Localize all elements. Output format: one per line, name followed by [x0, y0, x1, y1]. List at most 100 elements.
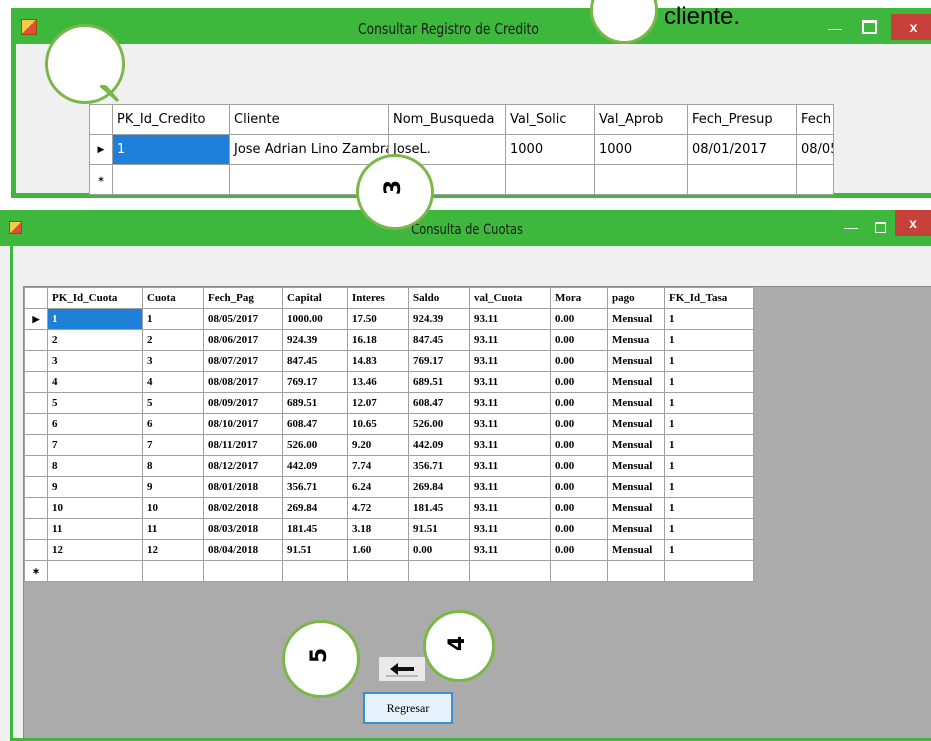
column-header[interactable]: Cuota: [142, 287, 204, 309]
table-cell[interactable]: 0.00: [550, 518, 608, 540]
table-cell[interactable]: [142, 560, 204, 582]
row-selector[interactable]: [24, 455, 48, 477]
table-cell[interactable]: [347, 560, 409, 582]
table-cell[interactable]: 12.07: [347, 392, 409, 414]
row-selector[interactable]: [24, 476, 48, 498]
table-cell[interactable]: 93.11: [469, 413, 551, 435]
table-cell[interactable]: [408, 560, 470, 582]
table-cell[interactable]: 3.18: [347, 518, 409, 540]
table-cell[interactable]: 0.00: [550, 497, 608, 519]
table-cell[interactable]: 6: [142, 413, 204, 435]
cuotas-window-titlebar[interactable]: Consulta de Cuotas — x: [0, 210, 931, 246]
column-header[interactable]: val_Cuota: [469, 287, 551, 309]
table-cell[interactable]: 16.18: [347, 329, 409, 351]
table-cell[interactable]: 1: [664, 329, 754, 351]
table-cell[interactable]: 93.11: [469, 392, 551, 414]
table-cell[interactable]: 93.11: [469, 497, 551, 519]
credit-window-titlebar[interactable]: Consultar Registro de Credito — x: [11, 8, 931, 44]
table-cell[interactable]: Mensua: [607, 329, 665, 351]
table-cell[interactable]: Mensual: [607, 539, 665, 561]
table-cell[interactable]: 13.46: [347, 371, 409, 393]
table-cell[interactable]: Mensual: [607, 392, 665, 414]
table-cell[interactable]: [594, 164, 688, 195]
table-cell[interactable]: 93.11: [469, 329, 551, 351]
column-header[interactable]: Interes: [347, 287, 409, 309]
table-cell[interactable]: 1: [664, 392, 754, 414]
table-cell[interactable]: 93.11: [469, 308, 551, 330]
table-cell[interactable]: 1000.00: [282, 308, 348, 330]
table-cell[interactable]: 1: [664, 497, 754, 519]
table-cell[interactable]: 7: [47, 434, 143, 456]
table-cell[interactable]: 9: [142, 476, 204, 498]
table-cell[interactable]: 1: [664, 371, 754, 393]
column-header[interactable]: pago: [607, 287, 665, 309]
table-cell[interactable]: Jose Adrian Lino Zambrano: [229, 134, 389, 165]
table-cell[interactable]: 0.00: [550, 455, 608, 477]
table-cell[interactable]: 1: [664, 518, 754, 540]
table-cell[interactable]: 6.24: [347, 476, 409, 498]
table-cell[interactable]: 2: [47, 329, 143, 351]
table-cell[interactable]: 7: [142, 434, 204, 456]
row-selector[interactable]: [24, 518, 48, 540]
table-cell[interactable]: 08/01/2018: [203, 476, 283, 498]
table-cell[interactable]: 17.50: [347, 308, 409, 330]
table-cell[interactable]: 689.51: [282, 392, 348, 414]
table-cell[interactable]: 11: [47, 518, 143, 540]
table-cell[interactable]: 181.45: [408, 497, 470, 519]
table-cell[interactable]: 0.00: [408, 539, 470, 561]
table-cell[interactable]: 08/09/2017: [203, 392, 283, 414]
table-cell[interactable]: 93.11: [469, 350, 551, 372]
table-cell[interactable]: Mensual: [607, 308, 665, 330]
table-cell[interactable]: Mensual: [607, 476, 665, 498]
column-header[interactable]: Fech_Presup: [687, 104, 797, 135]
table-cell[interactable]: [687, 164, 797, 195]
table-cell[interactable]: 269.84: [282, 497, 348, 519]
table-cell[interactable]: 0.00: [550, 413, 608, 435]
table-cell[interactable]: 08/06/2017: [203, 329, 283, 351]
table-cell[interactable]: 1.60: [347, 539, 409, 561]
table-cell[interactable]: 181.45: [282, 518, 348, 540]
row-selector[interactable]: [24, 539, 48, 561]
table-row[interactable]: 3 3 08/07/2017 847.45 14.83 769.17 93.11 0.00 Me…: [24, 350, 754, 372]
table-cell[interactable]: 1: [142, 308, 204, 330]
table-row[interactable]: 9 9 08/01/2018 356.71 6.24 269.84 93.11 0.00 Men…: [24, 476, 754, 498]
table-cell[interactable]: 93.11: [469, 539, 551, 561]
table-cell[interactable]: 10: [47, 497, 143, 519]
column-header[interactable]: Mora: [550, 287, 608, 309]
table-cell[interactable]: 356.71: [408, 455, 470, 477]
table-cell[interactable]: 08/03/2018: [203, 518, 283, 540]
new-row[interactable]: ∗: [89, 164, 834, 195]
column-header[interactable]: Fech: [796, 104, 834, 135]
table-cell[interactable]: 1: [664, 476, 754, 498]
table-cell[interactable]: 8: [47, 455, 143, 477]
column-header[interactable]: FK_Id_Tasa: [664, 287, 754, 309]
maximize-icon[interactable]: [870, 214, 890, 238]
table-cell[interactable]: 269.84: [408, 476, 470, 498]
table-cell[interactable]: 93.11: [469, 518, 551, 540]
table-cell[interactable]: 526.00: [282, 434, 348, 456]
table-cell[interactable]: 1: [664, 413, 754, 435]
close-icon[interactable]: x: [895, 210, 931, 236]
table-cell[interactable]: 1: [664, 455, 754, 477]
table-cell[interactable]: 14.83: [347, 350, 409, 372]
table-cell[interactable]: [112, 164, 230, 195]
table-cell[interactable]: [282, 560, 348, 582]
table-cell[interactable]: 442.09: [408, 434, 470, 456]
table-row[interactable]: 12 12 08/04/2018 91.51 1.60 0.00 93.11 0.00 Mens…: [24, 539, 754, 561]
table-cell[interactable]: 769.17: [408, 350, 470, 372]
table-cell[interactable]: Mensual: [607, 497, 665, 519]
table-cell[interactable]: 1: [664, 434, 754, 456]
table-cell[interactable]: 91.51: [282, 539, 348, 561]
table-cell[interactable]: 769.17: [282, 371, 348, 393]
table-cell[interactable]: 93.11: [469, 476, 551, 498]
table-row[interactable]: 4 4 08/08/2017 769.17 13.46 689.51 93.11 0.00 Me…: [24, 371, 754, 393]
table-cell[interactable]: 0.00: [550, 476, 608, 498]
table-cell[interactable]: 1: [664, 308, 754, 330]
table-cell[interactable]: 8: [142, 455, 204, 477]
table-cell[interactable]: [607, 560, 665, 582]
table-cell[interactable]: 9.20: [347, 434, 409, 456]
credit-grid[interactable]: PK_Id_Credito Cliente Nom_Busqueda Val_Soli…: [89, 104, 834, 195]
table-cell[interactable]: [505, 164, 595, 195]
table-cell[interactable]: 3: [47, 350, 143, 372]
table-cell[interactable]: 08/02/2018: [203, 497, 283, 519]
